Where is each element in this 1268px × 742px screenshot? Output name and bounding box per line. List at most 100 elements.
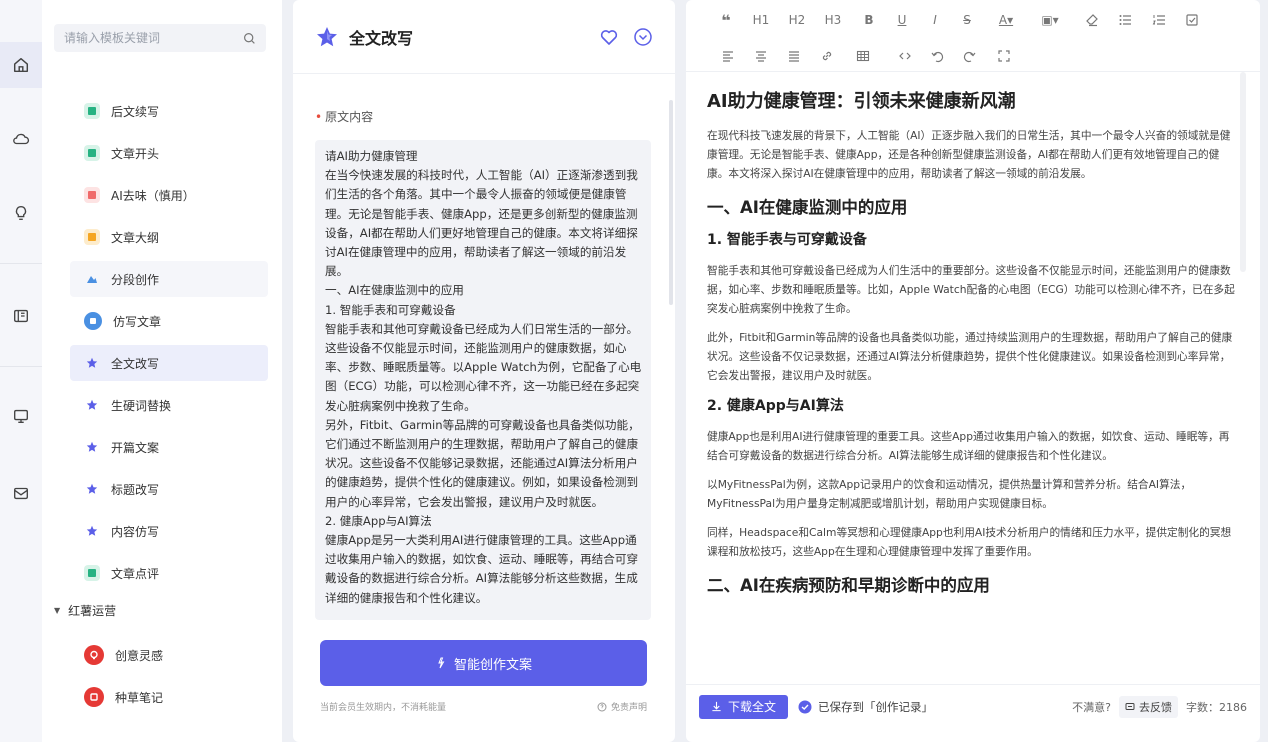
unsatisfied-label: 不满意? bbox=[1072, 700, 1111, 714]
chevron-down-circle-icon[interactable] bbox=[633, 27, 653, 47]
template-group-label: 红薯运营 bbox=[68, 604, 117, 618]
undo-icon bbox=[931, 51, 944, 63]
code-button[interactable] bbox=[894, 45, 916, 67]
template-item-label: 开篇文案 bbox=[111, 440, 160, 455]
template-item-label: 生硬词替换 bbox=[111, 398, 172, 413]
feedback-button[interactable]: 去反馈 bbox=[1119, 695, 1178, 718]
rail-divider bbox=[0, 263, 42, 264]
bulb-icon bbox=[15, 206, 27, 220]
word-count: 字数：2186 bbox=[1186, 700, 1247, 714]
template-item[interactable]: 生硬词替换 bbox=[70, 387, 268, 423]
mountain-icon bbox=[84, 271, 100, 287]
align-justify-button[interactable] bbox=[783, 45, 805, 67]
clear-format-button[interactable] bbox=[1081, 9, 1103, 31]
align-justify-icon bbox=[789, 51, 799, 62]
heart-icon[interactable] bbox=[599, 27, 619, 47]
heading1-button[interactable]: H1 bbox=[748, 9, 774, 31]
form-scrollbar[interactable] bbox=[669, 100, 673, 305]
editor-footer-info: 不满意? 去反馈 字数：2186 bbox=[1072, 695, 1247, 718]
document-icon bbox=[84, 187, 100, 203]
template-search[interactable] bbox=[54, 24, 266, 52]
rail-monitor[interactable] bbox=[0, 393, 42, 439]
template-search-input[interactable] bbox=[64, 31, 243, 45]
template-item[interactable]: 标题改写 bbox=[70, 471, 268, 507]
editor-document[interactable]: AI助力健康管理：引领未来健康新风潮 在现代科技飞速发展的背景下，人工智能（AI… bbox=[707, 88, 1239, 678]
source-field-label-text: 原文内容 bbox=[325, 110, 374, 124]
template-item-active[interactable]: 全文改写 bbox=[70, 345, 268, 381]
rail-mail[interactable] bbox=[0, 470, 42, 516]
highlight-button[interactable]: ▣▾ bbox=[1036, 9, 1064, 31]
feedback-icon bbox=[1125, 702, 1135, 710]
underline-button[interactable]: U bbox=[891, 9, 913, 31]
source-text-line: 另外，Fitbit、Garmin等品牌的可穿戴设备也具备类似功能，它们通过不断监… bbox=[325, 417, 640, 509]
checkbox-icon bbox=[1186, 14, 1198, 26]
template-item[interactable]: 仿写文章 bbox=[70, 303, 268, 339]
copy-icon bbox=[84, 312, 102, 330]
star-icon bbox=[84, 397, 100, 413]
source-text-input[interactable]: 请AI助力健康管理 在当今快速发展的科技时代，人工智能（AI）正逐渐渗透到我们生… bbox=[315, 140, 651, 620]
rail-divider bbox=[0, 366, 42, 367]
blockquote-button[interactable]: ❝ bbox=[715, 9, 737, 31]
book-icon bbox=[14, 309, 28, 323]
disclaimer-link[interactable]: 免责声明 bbox=[597, 700, 647, 713]
align-left-button[interactable] bbox=[717, 45, 739, 67]
document-icon bbox=[84, 103, 100, 119]
redo-button[interactable] bbox=[959, 45, 981, 67]
doc-subheading: 2. 健康App与AI算法 bbox=[707, 398, 844, 414]
rail-home[interactable] bbox=[0, 42, 42, 88]
doc-paragraph: 健康App也是利用AI进行健康管理的重要工具。这些App通过收集用户输入的数据，… bbox=[707, 430, 1230, 462]
form-footer: 当前会员生效期内，不消耗能量 免责声明 bbox=[320, 700, 647, 713]
link-button[interactable] bbox=[816, 45, 838, 67]
template-item[interactable]: 文章大纲 bbox=[70, 219, 268, 255]
download-button[interactable]: 下载全文 bbox=[699, 694, 789, 719]
save-status-text: 已保存到「创作记录」 bbox=[818, 699, 934, 714]
star-icon bbox=[84, 355, 100, 371]
template-item[interactable]: 种草笔记 bbox=[70, 679, 268, 715]
rewrite-form-panel: 全文改写 • 原文内容 请AI助力健康管理 在当今快速发展的科技时代，人工智能（A… bbox=[293, 0, 675, 742]
monitor-icon bbox=[14, 409, 28, 423]
search-icon[interactable] bbox=[243, 32, 256, 45]
table-button[interactable] bbox=[850, 45, 876, 67]
template-item-label: 标题改写 bbox=[111, 482, 160, 497]
template-item-label: 后文续写 bbox=[111, 104, 160, 119]
template-item[interactable]: 开篇文案 bbox=[70, 429, 268, 465]
ordered-list-icon bbox=[1152, 15, 1165, 25]
bullet-list-button[interactable] bbox=[1114, 9, 1136, 31]
source-text-line: 一、AI在健康监测中的应用 bbox=[325, 283, 464, 298]
source-text-line: 智能手表和其他可穿戴设备已经成为人们日常生活的一部分。这些设备不仅能显示时间，还… bbox=[325, 321, 642, 413]
italic-button[interactable]: I bbox=[924, 9, 946, 31]
template-item[interactable]: 创意灵感 bbox=[70, 637, 268, 673]
bold-button[interactable]: B bbox=[858, 9, 880, 31]
rail-cloud[interactable] bbox=[0, 116, 42, 162]
undo-button[interactable] bbox=[926, 45, 948, 67]
template-item[interactable]: 后文续写 bbox=[70, 93, 268, 129]
align-left-icon bbox=[723, 51, 733, 62]
source-text-line: 请AI助力健康管理 bbox=[325, 149, 418, 163]
align-center-button[interactable] bbox=[750, 45, 772, 67]
template-item[interactable]: AI去味（慎用） bbox=[70, 177, 268, 213]
template-item[interactable]: 内容仿写 bbox=[70, 513, 268, 549]
rail-bulb[interactable] bbox=[0, 190, 42, 236]
form-header-actions bbox=[599, 27, 653, 47]
heading3-button[interactable]: H3 bbox=[820, 9, 846, 31]
template-item[interactable]: 文章点评 bbox=[70, 555, 268, 591]
editor-scrollbar[interactable] bbox=[1240, 72, 1246, 272]
task-list-button[interactable] bbox=[1181, 9, 1203, 31]
font-color-button[interactable]: A▾ bbox=[992, 9, 1020, 31]
template-item[interactable]: 文章开头 bbox=[70, 135, 268, 171]
source-text-line: 在当今快速发展的科技时代，人工智能（AI）正逐渐渗透到我们生活的各个角落。其中一… bbox=[325, 168, 638, 279]
template-item[interactable]: 分段创作 bbox=[70, 261, 268, 297]
ordered-list-button[interactable] bbox=[1148, 9, 1170, 31]
heading2-button[interactable]: H2 bbox=[784, 9, 810, 31]
template-item-label: 内容仿写 bbox=[111, 524, 160, 539]
star-icon bbox=[84, 523, 100, 539]
generate-button[interactable]: 智能创作文案 bbox=[320, 640, 647, 686]
member-note: 当前会员生效期内，不消耗能量 bbox=[320, 703, 447, 713]
star-icon bbox=[84, 439, 100, 455]
strikethrough-button[interactable]: S bbox=[956, 9, 978, 31]
fullscreen-button[interactable] bbox=[993, 45, 1015, 67]
template-group-toggle[interactable]: ▼ 红薯运营 bbox=[54, 602, 116, 619]
doc-paragraph: 以MyFitnessPal为例，这款App记录用户的饮食和运动情况，提供热量计算… bbox=[707, 478, 1192, 510]
source-text-line: 健康App是另一大类利用AI进行健康管理的工具。这些App通过收集用户输入的数据… bbox=[325, 533, 639, 605]
rail-book[interactable] bbox=[0, 293, 42, 339]
